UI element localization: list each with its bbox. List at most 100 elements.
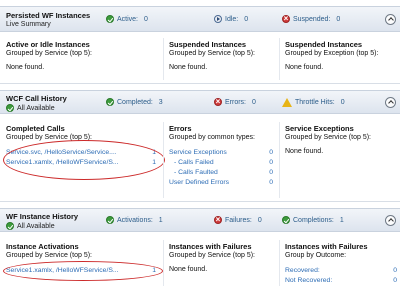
error-type-link[interactable]: - Calls Faulted xyxy=(169,168,218,178)
column-title: Suspended Instances xyxy=(169,40,247,49)
count: 0 xyxy=(269,179,273,186)
error-icon xyxy=(214,215,222,224)
activations-value: 1 xyxy=(158,216,163,224)
completed-value: 3 xyxy=(158,98,163,106)
completions-label: Completions: xyxy=(293,216,334,224)
idle-value: 0 xyxy=(244,15,249,23)
check-icon xyxy=(106,216,114,224)
completed-stat[interactable]: Completed: 3 xyxy=(106,98,163,106)
throttle-value: 0 xyxy=(340,99,345,106)
none-found-text: None found. xyxy=(169,64,208,71)
persisted-subtitle: Live Summary xyxy=(6,21,51,28)
list-item[interactable]: Not Recovered: 0 xyxy=(285,276,397,286)
suspended-label: Suspended: xyxy=(293,15,331,23)
count: 0 xyxy=(269,169,273,176)
list-item[interactable]: - Calls Faulted 0 xyxy=(169,168,273,178)
wcf-subtitle: All Available xyxy=(17,104,55,112)
error-type-link[interactable]: Service Exceptions xyxy=(169,148,227,158)
check-icon xyxy=(106,98,114,106)
column-subtitle: Group by Outcome: xyxy=(285,252,347,259)
wcf-header: WCF Call History All Available Completed… xyxy=(0,90,400,114)
list-item[interactable]: Recovered: 0 xyxy=(285,266,397,276)
list-item[interactable]: User Defined Errors 0 xyxy=(169,178,273,188)
wcf-title: WCF Call History xyxy=(6,94,67,103)
column-subtitle: Grouped by Service (top 5): xyxy=(285,134,371,141)
column-subtitle: Grouped by Service (top 5): xyxy=(6,252,92,259)
wcf-subtitle-row: All Available xyxy=(6,104,55,112)
error-type-link[interactable]: User Defined Errors xyxy=(169,178,229,188)
highlight-ellipse xyxy=(3,140,165,180)
play-icon xyxy=(214,15,222,23)
outcome-link[interactable]: Recovered: xyxy=(285,266,320,276)
column-title: Active or Idle Instances xyxy=(6,40,90,49)
column-subtitle: Grouped by common types: xyxy=(169,134,255,141)
suspended-stat[interactable]: Suspended: 0 xyxy=(282,14,341,23)
check-icon xyxy=(282,216,290,224)
errors-label: Errors: xyxy=(225,98,246,106)
throttle-stat[interactable]: Throttle Hits: 0 xyxy=(282,98,345,107)
column-title: Completed Calls xyxy=(6,124,65,133)
check-icon xyxy=(6,104,14,112)
active-label: Active: xyxy=(117,15,139,23)
service-exceptions-column: Service Exceptions Grouped by Service (t… xyxy=(285,124,397,155)
errors-value: 0 xyxy=(252,98,256,106)
collapse-wf-history-button[interactable] xyxy=(385,215,396,226)
divider xyxy=(279,38,280,80)
completed-label: Completed: xyxy=(117,98,153,106)
count: 0 xyxy=(269,159,273,166)
column-subtitle: Grouped by Service (top 5): xyxy=(169,252,255,259)
section-divider xyxy=(0,201,400,202)
collapse-persisted-button[interactable] xyxy=(385,14,396,25)
completions-value: 1 xyxy=(339,216,344,224)
persisted-title: Persisted WF Instances xyxy=(6,11,91,20)
active-idle-column: Active or Idle Instances Grouped by Serv… xyxy=(6,40,156,71)
completions-stat[interactable]: Completions: 1 xyxy=(282,216,344,224)
errors-stat[interactable]: Errors: 0 xyxy=(214,97,256,106)
outcome-link[interactable]: Not Recovered: xyxy=(285,276,332,286)
suspended-by-service-column: Suspended Instances Grouped by Service (… xyxy=(169,40,274,71)
active-stat[interactable]: Active: 0 xyxy=(106,15,148,23)
column-subtitle: Grouped by Service (top 5): xyxy=(6,50,92,57)
suspended-by-exception-column: Suspended Instances Grouped by Exception… xyxy=(285,40,397,71)
wf-history-title: WF Instance History xyxy=(6,212,79,221)
idle-label: Idle: xyxy=(225,15,239,23)
column-title: Instances with Failures xyxy=(169,242,252,251)
collapse-wcf-button[interactable] xyxy=(385,97,396,108)
wf-history-header: WF Instance History All Available Activa… xyxy=(0,208,400,232)
failures-by-service-column: Instances with Failures Grouped by Servi… xyxy=(169,242,273,273)
warning-icon xyxy=(282,98,292,107)
activations-label: Activations: xyxy=(117,216,153,224)
failures-by-outcome-column: Instances with Failures Group by Outcome… xyxy=(285,242,397,286)
errors-column: Errors Grouped by common types: Service … xyxy=(169,124,273,188)
activations-stat[interactable]: Activations: 1 xyxy=(106,216,163,224)
throttle-label: Throttle Hits: xyxy=(295,99,335,106)
none-found-text: None found. xyxy=(285,64,324,71)
column-title: Suspended Instances xyxy=(285,40,363,49)
idle-stat[interactable]: Idle: 0 xyxy=(214,15,248,23)
divider xyxy=(279,240,280,286)
none-found-text: None found. xyxy=(285,148,324,155)
count: 0 xyxy=(393,277,397,284)
failures-label: Failures: xyxy=(225,216,252,224)
count: 0 xyxy=(393,267,397,274)
divider xyxy=(163,240,164,286)
divider xyxy=(163,38,164,80)
none-found-text: None found. xyxy=(6,64,45,71)
check-icon xyxy=(6,222,14,230)
suspended-value: 0 xyxy=(336,15,341,23)
highlight-ellipse xyxy=(3,261,163,281)
none-found-text: None found. xyxy=(169,266,208,273)
failures-stat[interactable]: Failures: 0 xyxy=(214,215,262,224)
error-type-link[interactable]: - Calls Failed xyxy=(169,158,214,168)
persisted-header: Persisted WF Instances Live Summary Acti… xyxy=(0,6,400,32)
count: 0 xyxy=(269,149,273,156)
list-item[interactable]: Service Exceptions 0 xyxy=(169,148,273,158)
divider xyxy=(163,122,164,198)
column-subtitle: Grouped by Service (top 5): xyxy=(169,50,255,57)
wf-history-subtitle: All Available xyxy=(17,222,55,230)
list-item[interactable]: - Calls Failed 0 xyxy=(169,158,273,168)
section-divider xyxy=(0,83,400,84)
column-title: Errors xyxy=(169,124,192,133)
column-title: Instances with Failures xyxy=(285,242,368,251)
column-title: Service Exceptions xyxy=(285,124,354,133)
